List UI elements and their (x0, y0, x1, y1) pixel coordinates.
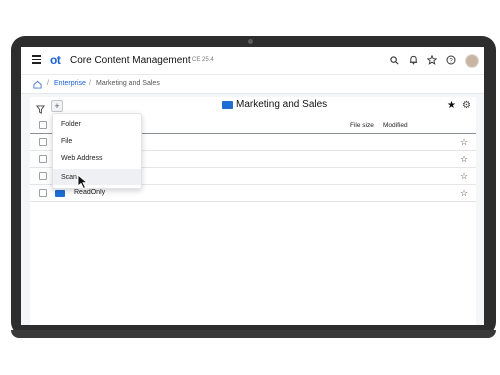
brand-logo: ot (50, 53, 61, 67)
favorite-star-icon[interactable]: ★ (447, 100, 456, 111)
laptop-base (11, 330, 496, 338)
camera (248, 39, 253, 44)
bell-icon[interactable] (408, 55, 418, 65)
breadcrumb-separator: / (89, 80, 91, 87)
folder-icon (222, 101, 233, 109)
row-checkbox[interactable] (39, 189, 47, 197)
home-icon[interactable] (33, 80, 42, 89)
select-all-checkbox[interactable] (39, 121, 47, 129)
menu-item-label: Web Address (61, 155, 103, 162)
column-file-size[interactable]: File size (350, 122, 374, 129)
filter-icon[interactable] (36, 101, 46, 114)
app-version: CE 25.4 (192, 57, 214, 63)
menu-item-file[interactable]: File (53, 133, 141, 149)
top-bar: ot Core Content Management CE 25.4 ? (21, 47, 484, 75)
folder-icon (55, 190, 65, 197)
menu-item-web-address[interactable]: Web Address (53, 150, 141, 166)
star-icon[interactable] (427, 55, 437, 65)
column-modified[interactable]: Modified (383, 122, 408, 129)
menu-item-scan[interactable]: Scan (53, 169, 141, 185)
star-icon[interactable]: ☆ (460, 171, 468, 182)
hamburger-menu-icon[interactable] (32, 55, 41, 64)
star-icon[interactable]: ☆ (460, 154, 468, 165)
menu-item-label: Scan (61, 174, 77, 181)
row-checkbox[interactable] (39, 138, 47, 146)
star-icon[interactable]: ☆ (460, 137, 468, 148)
app-screen: ot Core Content Management CE 25.4 ? / E… (21, 47, 484, 325)
menu-item-label: File (61, 138, 73, 145)
folder-title: Marketing and Sales (236, 99, 328, 110)
gear-icon[interactable]: ⚙ (462, 100, 471, 111)
row-name[interactable]: ReadOnly (74, 189, 105, 196)
help-icon[interactable]: ? (446, 55, 456, 65)
search-icon[interactable] (389, 55, 399, 65)
app-title: Core Content Management (70, 55, 191, 66)
breadcrumb-enterprise[interactable]: Enterprise (54, 80, 86, 87)
row-checkbox[interactable] (39, 155, 47, 163)
add-menu: Folder File Web Address Scan (52, 113, 142, 189)
menu-item-folder[interactable]: Folder (53, 116, 141, 132)
star-icon[interactable]: ☆ (460, 188, 468, 199)
avatar[interactable] (465, 54, 479, 68)
mouse-cursor-icon (77, 174, 91, 190)
row-checkbox[interactable] (39, 172, 47, 180)
add-button[interactable]: + (51, 100, 63, 112)
menu-item-label: Folder (61, 121, 81, 128)
breadcrumb-current: Marketing and Sales (96, 80, 160, 87)
breadcrumb: / Enterprise / Marketing and Sales (21, 75, 484, 94)
breadcrumb-separator: / (47, 80, 49, 87)
